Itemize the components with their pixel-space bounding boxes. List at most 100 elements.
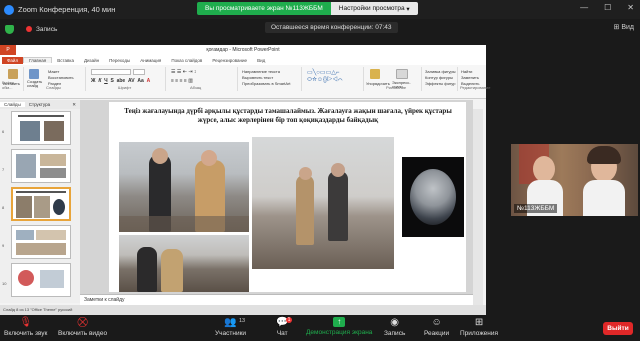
- share-screen-button[interactable]: ↑ Демонстрация экрана: [306, 317, 372, 336]
- tab-design[interactable]: Дизайн: [79, 58, 104, 63]
- shapes-gallery-row2[interactable]: ⬭☆☺{}▷◁⌒: [307, 77, 343, 84]
- find-button[interactable]: Найти: [461, 69, 472, 74]
- clipboard-group: Вставить Буфер обм...: [2, 67, 24, 91]
- chat-badge: 1: [285, 317, 293, 323]
- view-label: Вид: [621, 24, 634, 31]
- tab-slideshow[interactable]: Показ слайдов: [166, 58, 207, 63]
- current-slide[interactable]: Теңіз жағалауында дүрбі арқылы құстарды …: [109, 102, 466, 292]
- text-direction-button[interactable]: Направление текста: [242, 69, 280, 74]
- tab-transitions[interactable]: Переходы: [104, 58, 135, 63]
- slide-thumbnail[interactable]: [11, 263, 71, 297]
- share-status-label: Вы просматриваете экран №113ЖББМ: [197, 2, 331, 15]
- bold-button[interactable]: Ж К Ч S abe AV Аа А: [91, 78, 150, 84]
- drawing-shapes-group: ▭╲○▭▭△⌐ ⬭☆☺{}▷◁⌒: [304, 67, 364, 91]
- participants-button[interactable]: 👥 Участники 13: [215, 317, 246, 337]
- shape-effects-button[interactable]: Эффекты фигур: [425, 81, 455, 86]
- apps-label: Приложения: [460, 330, 499, 337]
- unmute-button[interactable]: 🎙 Включить звук: [4, 317, 47, 337]
- paste-icon[interactable]: [8, 69, 18, 79]
- shape-fill-button[interactable]: Заливка фигуры: [425, 69, 456, 74]
- slides-group: Создать слайд Макет Восстановить Раздел …: [26, 67, 86, 91]
- time-remaining: Оставшееся время конференции: 07:43: [265, 22, 398, 33]
- participant-video[interactable]: №113ЖББМ: [511, 144, 638, 216]
- shore-photo: [119, 235, 249, 292]
- slides-group-label: Слайды: [46, 85, 61, 90]
- tab-review[interactable]: Рецензирование: [207, 58, 252, 63]
- reactions-label: Реакции: [424, 330, 450, 337]
- chat-button[interactable]: 💬 Чат 1: [276, 317, 293, 337]
- slide-thumbnail-selected[interactable]: [11, 187, 71, 221]
- apps-button[interactable]: ⊞ Приложения: [460, 317, 498, 337]
- reactions-icon: ☺: [431, 317, 442, 328]
- slide-thumbnail[interactable]: [11, 149, 71, 183]
- close-icon[interactable]: ✕: [627, 3, 634, 12]
- participants-count: 13: [239, 318, 246, 324]
- reset-button[interactable]: Восстановить: [48, 75, 74, 80]
- beach-photo: [252, 137, 394, 269]
- leave-meeting-button[interactable]: Выйти: [603, 322, 633, 335]
- video-off-icon: ⛒: [77, 317, 88, 328]
- tab-slides[interactable]: Слайды: [0, 102, 25, 107]
- thumb-number: 8: [2, 205, 5, 210]
- font-size-select[interactable]: [133, 69, 145, 75]
- tab-animations[interactable]: Анимация: [135, 58, 166, 63]
- zoom-titlebar: Zoom Конференция, 40 мин Вы просматривае…: [0, 0, 640, 19]
- close-pane-icon[interactable]: ✕: [68, 102, 80, 108]
- security-shield-icon[interactable]: [5, 24, 14, 34]
- font-name-select[interactable]: [91, 69, 131, 75]
- slide-thumbnails: 6 7 8 9 10: [0, 109, 80, 303]
- list-buttons[interactable]: ☰ ☰ ⇤ ⇥ ↕: [171, 69, 196, 75]
- font-group-label: Шрифт: [118, 85, 132, 90]
- layout-button[interactable]: Макет: [48, 69, 59, 74]
- align-buttons[interactable]: ≡ ≡ ≡ ≡ ▥: [171, 78, 193, 84]
- reactions-button[interactable]: ☺ Реакции: [424, 317, 449, 337]
- slide-thumbnail[interactable]: [11, 111, 71, 145]
- view-button[interactable]: ⊞ Вид: [614, 23, 634, 31]
- view-settings-button[interactable]: Настройки просмотра ▾: [330, 2, 418, 15]
- lens-photo: [402, 157, 464, 237]
- paragraph-group-label: Абзац: [190, 85, 202, 90]
- editing-group: Найти Заменить Выделить Редактирование: [460, 67, 490, 91]
- tab-file[interactable]: Файл: [2, 56, 24, 64]
- tab-home[interactable]: Главная: [23, 57, 53, 63]
- tab-outline[interactable]: Структура: [25, 102, 54, 107]
- thumb-number: 6: [2, 129, 5, 134]
- quick-styles-icon[interactable]: [396, 69, 408, 79]
- ppt-ribbon: Вставить Буфер обм... Создать слайд Маке…: [0, 65, 490, 99]
- record-button[interactable]: ◉ Запись: [384, 317, 405, 337]
- apps-icon: ⊞: [474, 317, 484, 328]
- shared-powerpoint-window: P қоғамдар - Microsoft PowerPoint Файл Г…: [0, 45, 490, 315]
- maximize-icon[interactable]: ☐: [604, 3, 611, 12]
- align-text-button[interactable]: Выровнять текст: [242, 75, 273, 80]
- slide-notes[interactable]: Заметки к слайду: [80, 294, 473, 305]
- record-icon: ◉: [390, 317, 400, 328]
- window-controls: — ☐ ✕: [580, 3, 634, 12]
- arrange-icon[interactable]: [370, 69, 380, 79]
- thumb-number: 7: [2, 167, 5, 172]
- unmute-label: Включить звук: [4, 330, 48, 337]
- slide-thumbnail[interactable]: [11, 225, 71, 259]
- new-slide-icon[interactable]: [29, 69, 39, 79]
- minimize-icon[interactable]: —: [580, 3, 588, 12]
- zoom-logo-icon: [4, 4, 14, 15]
- thumb-number: 10: [2, 281, 7, 286]
- create-slide-button[interactable]: Создать слайд: [27, 80, 47, 88]
- slide-scrollbar[interactable]: [473, 109, 483, 305]
- smartart-button[interactable]: Преобразовать в SmartArt: [242, 81, 291, 86]
- shapes-gallery[interactable]: ▭╲○▭▭△⌐: [307, 69, 339, 76]
- participants-label: Участники: [215, 330, 247, 337]
- share-banner: Вы просматриваете экран №113ЖББМ Настрой…: [197, 2, 418, 15]
- ppt-status-bar: Слайд 8 из 13 "Office Theme" русский: [0, 305, 486, 315]
- replace-button[interactable]: Заменить: [461, 75, 479, 80]
- tab-view[interactable]: Вид: [252, 58, 270, 63]
- participant-name: №113ЖББМ: [514, 204, 558, 213]
- clipboard-group-label: Буфер обм...: [2, 80, 15, 90]
- window-title: Zoom Конференция, 40 мин: [18, 5, 116, 14]
- ppt-titlebar: P қоғамдар - Microsoft PowerPoint: [0, 45, 486, 55]
- tab-insert[interactable]: Вставка: [52, 58, 79, 63]
- share-screen-label: Демонстрация экрана: [306, 329, 373, 336]
- share-screen-icon: ↑: [333, 317, 346, 327]
- start-video-button[interactable]: ⛒ Включить видео: [58, 317, 107, 337]
- slide-editor[interactable]: Теңіз жағалауында дүрбі арқылы құстарды …: [80, 100, 473, 294]
- shape-outline-button[interactable]: Контур фигуры: [425, 75, 453, 80]
